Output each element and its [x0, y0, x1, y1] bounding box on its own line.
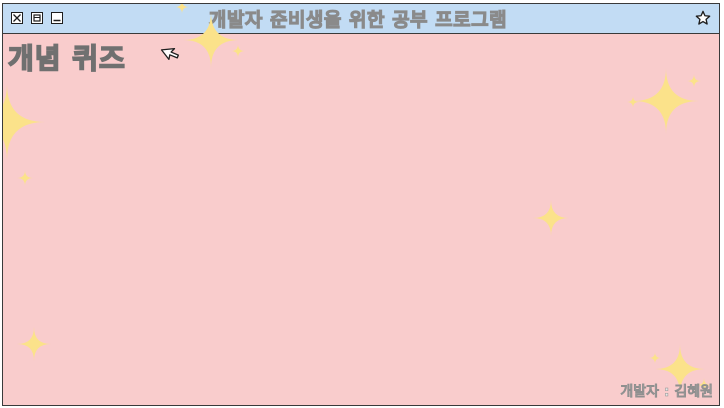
sparkle-icon: [231, 44, 245, 58]
sparkle-icon: [533, 200, 569, 236]
close-icon[interactable]: [11, 12, 23, 24]
sparkle-icon: [17, 170, 33, 186]
page-title: 개념 퀴즈: [7, 41, 126, 76]
minimize-icon[interactable]: [51, 12, 63, 24]
sparkle-icon: [3, 84, 45, 160]
maximize-icon[interactable]: [31, 12, 43, 24]
sparkle-icon: [649, 352, 661, 364]
title-bar: 개발자 준비생을 위한 공부 프로그램: [3, 4, 719, 34]
app-window: 개발자 준비생을 위한 공부 프로그램 개념 퀴즈 개발자 : 김혜원: [2, 3, 720, 406]
sparkle-icon: [17, 327, 51, 361]
sparkle-icon: [627, 96, 639, 108]
cursor-arrow-icon: [160, 47, 179, 60]
sparkle-icon: [687, 74, 701, 88]
developer-credit: 개발자 : 김혜원: [620, 384, 713, 401]
star-outline-icon[interactable]: [695, 10, 711, 26]
window-title: 개발자 준비생을 위한 공부 프로그램: [208, 9, 508, 32]
sparkle-icon: [183, 12, 239, 68]
